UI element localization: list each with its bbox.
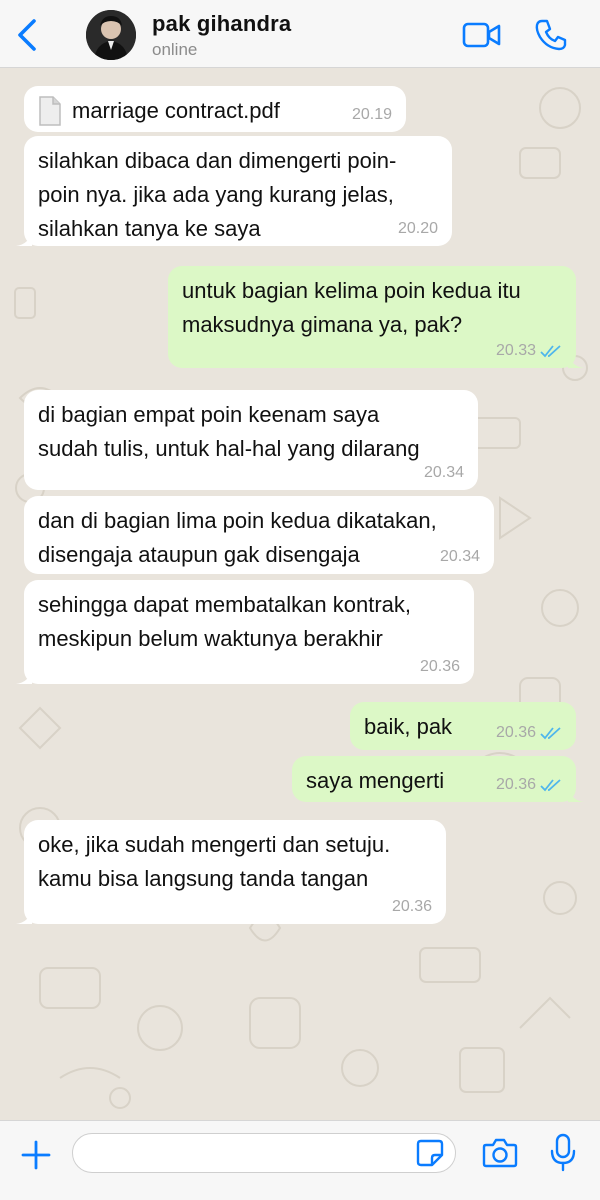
message-meta: 20.34 (440, 548, 480, 566)
message-text: dan di bagian lima poin kedua dikatakan,… (38, 508, 437, 567)
message-outgoing[interactable]: saya mengerti 20.36 (292, 756, 584, 802)
plus-icon[interactable] (20, 1139, 52, 1171)
message-meta: 20.19 (352, 106, 392, 124)
message-text: silahkan dibaca dan dimengerti poin- poi… (38, 148, 397, 241)
message-time: 20.20 (397, 220, 438, 237)
read-receipt-icon (540, 345, 561, 358)
video-camera-icon[interactable] (462, 20, 502, 50)
message-time: 20.36 (495, 724, 536, 741)
phone-icon[interactable] (534, 18, 568, 52)
message-time: 20.34 (423, 464, 464, 481)
message-meta: 20.36 (392, 898, 432, 916)
message-meta: 20.20 (398, 220, 438, 238)
message-time: 20.19 (351, 106, 392, 123)
message-time: 20.36 (495, 776, 536, 793)
message-file[interactable]: marriage contract.pdf 20.19 (24, 86, 406, 132)
avatar[interactable] (86, 10, 136, 60)
chat-header: pak gihandra online (0, 0, 600, 68)
message-incoming[interactable]: oke, jika sudah mengerti dan setuju. kam… (16, 820, 446, 924)
chat-area[interactable]: marriage contract.pdf 20.19 silahkan dib… (0, 68, 600, 1120)
sticker-icon[interactable] (416, 1139, 444, 1167)
bubble-tail (16, 908, 32, 924)
message-input[interactable] (72, 1133, 456, 1173)
bubble-tail (568, 352, 584, 368)
message-composer (0, 1120, 600, 1200)
message-meta: 20.34 (424, 464, 464, 482)
bubble-tail (16, 230, 32, 246)
bubble-tail (568, 786, 584, 802)
message-incoming[interactable]: dan di bagian lima poin kedua dikatakan,… (24, 496, 494, 574)
microphone-icon[interactable] (550, 1133, 576, 1173)
read-receipt-icon (540, 727, 561, 740)
contact-status: online (152, 40, 198, 59)
message-time: 20.34 (439, 548, 480, 565)
message-meta: 20.36 (420, 658, 460, 676)
file-name: marriage contract.pdf (72, 98, 280, 123)
message-meta: 20.36 (496, 776, 562, 794)
message-meta: 20.36 (496, 724, 562, 742)
message-incoming[interactable]: di bagian empat poin keenam saya sudah t… (24, 390, 478, 490)
message-text: sehingga dapat membatalkan kontrak, mesk… (38, 592, 412, 651)
bubble-tail (16, 668, 32, 684)
message-time: 20.33 (495, 342, 536, 359)
message-meta: 20.33 (496, 342, 562, 360)
camera-icon[interactable] (482, 1137, 518, 1169)
message-text: di bagian empat poin keenam saya sudah t… (38, 402, 420, 461)
message-time: 20.36 (391, 898, 432, 915)
read-receipt-icon (540, 779, 561, 792)
document-icon (39, 96, 61, 126)
message-outgoing[interactable]: baik, pak 20.36 (350, 702, 576, 750)
chevron-left-icon[interactable] (14, 18, 42, 52)
message-time: 20.36 (419, 658, 460, 675)
avatar-image (86, 10, 136, 60)
message-text: oke, jika sudah mengerti dan setuju. kam… (38, 832, 391, 891)
message-incoming[interactable]: silahkan dibaca dan dimengerti poin- poi… (16, 136, 452, 246)
message-text: untuk bagian kelima poin kedua itu maksu… (182, 278, 521, 337)
message-incoming[interactable]: sehingga dapat membatalkan kontrak, mesk… (16, 580, 474, 684)
message-outgoing[interactable]: untuk bagian kelima poin kedua itu maksu… (168, 266, 584, 368)
contact-name[interactable]: pak gihandra (152, 11, 291, 37)
